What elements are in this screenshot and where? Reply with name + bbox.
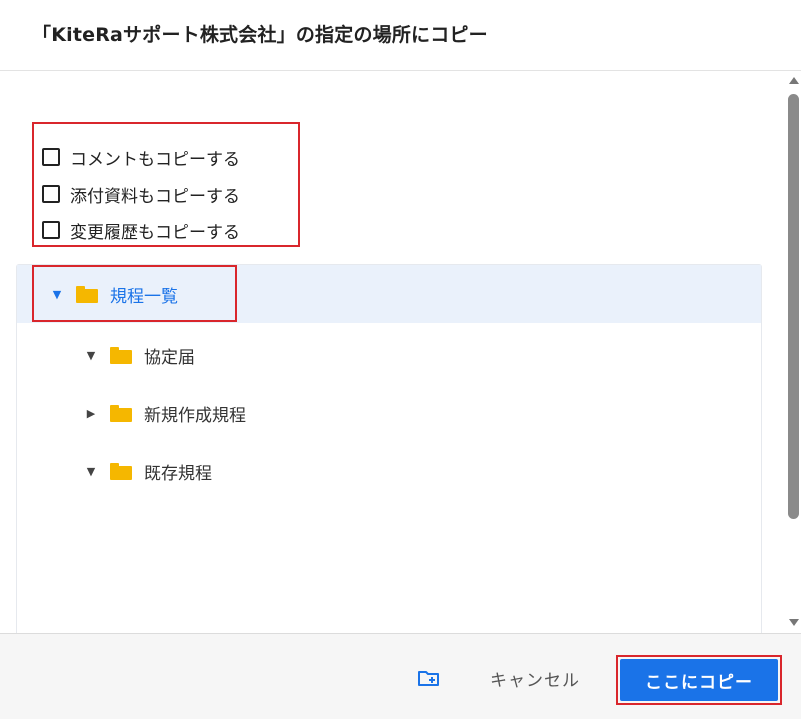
tree-node-item[interactable]: ▼ 協定届	[17, 326, 761, 384]
copy-history-checkbox[interactable]	[42, 221, 60, 239]
copy-attachments-checkbox[interactable]	[42, 185, 60, 203]
caret-down-icon[interactable]: ▼	[84, 349, 98, 362]
copy-comments-label: コメントもコピーする	[70, 149, 240, 170]
dialog-footer: キャンセル ここにコピー	[0, 633, 801, 719]
cancel-button[interactable]: キャンセル	[470, 656, 600, 700]
caret-down-icon[interactable]: ▼	[84, 465, 98, 478]
vertical-scrollbar[interactable]	[786, 71, 801, 633]
folder-icon	[110, 346, 132, 364]
tree-node-label: 既存規程	[144, 463, 212, 484]
copy-history-option[interactable]: 変更履歴もコピーする	[42, 218, 240, 243]
copy-attachments-option[interactable]: 添付資料もコピーする	[42, 182, 240, 207]
copy-comments-option[interactable]: コメントもコピーする	[42, 145, 240, 170]
copy-dialog: 「KiteRaサポート株式会社」の指定の場所にコピー コメントもコピーする 添付…	[0, 0, 801, 719]
tree-node-item[interactable]: ▼ 既存規程	[17, 442, 761, 500]
copy-comments-checkbox[interactable]	[42, 148, 60, 166]
new-folder-button[interactable]	[414, 666, 444, 690]
scroll-up-icon[interactable]	[789, 77, 799, 84]
dialog-title: 「KiteRaサポート株式会社」の指定の場所にコピー	[32, 24, 488, 46]
copy-options-group: コメントもコピーする 添付資料もコピーする 変更履歴もコピーする	[32, 122, 300, 247]
new-folder-icon	[418, 671, 439, 686]
scroll-down-icon[interactable]	[789, 619, 799, 626]
folder-icon	[110, 462, 132, 480]
scrollbar-thumb[interactable]	[788, 94, 799, 519]
tree-node-root[interactable]: ▼ 規程一覧	[17, 265, 761, 323]
tree-node-label: 規程一覧	[110, 286, 178, 307]
copy-attachments-label: 添付資料もコピーする	[70, 186, 240, 207]
copy-here-button[interactable]: ここにコピー	[620, 659, 778, 701]
dialog-body: コメントもコピーする 添付資料もコピーする 変更履歴もコピーする ▼ 規程一覧 …	[0, 71, 801, 633]
copy-history-label: 変更履歴もコピーする	[70, 222, 240, 243]
folder-icon	[110, 404, 132, 422]
folder-icon	[76, 285, 98, 303]
tree-node-label: 協定届	[144, 347, 195, 368]
dialog-header: 「KiteRaサポート株式会社」の指定の場所にコピー	[0, 0, 801, 71]
tree-node-label: 新規作成規程	[144, 405, 246, 426]
tree-node-item[interactable]: ▶ 新規作成規程	[17, 384, 761, 442]
folder-tree: ▼ 規程一覧 ▼ 協定届 ▶ 新規作成規程 ▼ 既存規程	[16, 264, 762, 633]
caret-down-icon[interactable]: ▼	[50, 288, 64, 301]
caret-right-icon[interactable]: ▶	[84, 407, 98, 420]
